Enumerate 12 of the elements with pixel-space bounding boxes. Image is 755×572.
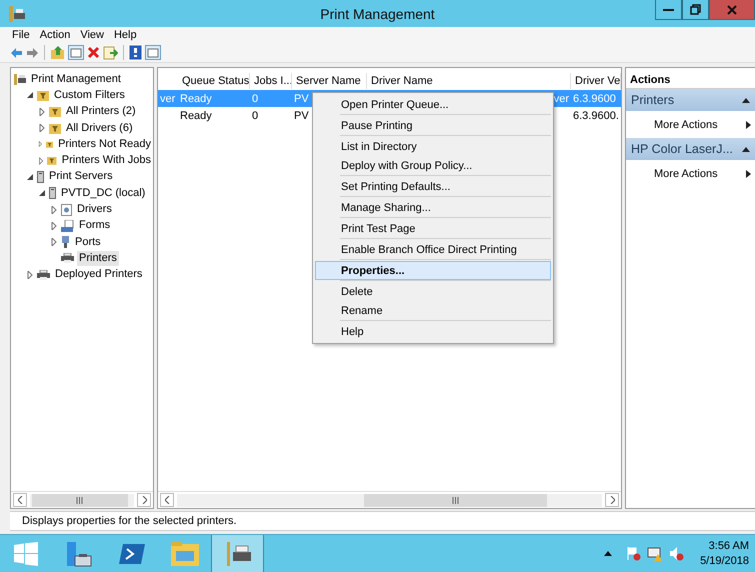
window-title: Print Management [320, 6, 435, 22]
table-cell: 0 [252, 92, 258, 104]
table-cell: 6.3.9600 [573, 92, 616, 104]
status-bar: Displays properties for the selected printers. [10, 511, 755, 531]
table-cell: 6.3.9600. [573, 110, 619, 122]
table-cell: Ready [180, 92, 212, 104]
table-cell: Ready [180, 110, 212, 122]
table-cell: PV [294, 110, 309, 122]
table-cell: ver [160, 92, 176, 104]
table-cell: 0 [252, 110, 258, 122]
table-cell: ver [554, 92, 569, 104]
table-cell: PV [294, 92, 309, 104]
